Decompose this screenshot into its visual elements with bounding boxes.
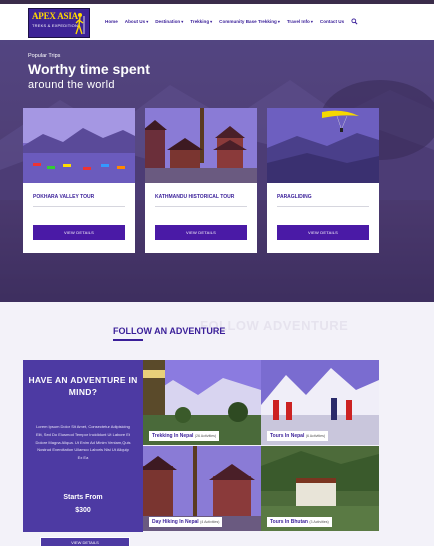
- card-title: KATHMANDU HISTORICAL TOUR: [155, 194, 235, 200]
- nav-home[interactable]: Home: [105, 19, 118, 24]
- promo-question: HAVE AN ADVENTURE IN MIND?: [28, 375, 138, 397]
- search-icon[interactable]: [351, 18, 358, 25]
- tile-label: Day Hiking In Nepal (4 Activities): [149, 517, 223, 527]
- hero-section: Popular Trips Worthy time spent around t…: [0, 40, 434, 302]
- activity-tile-day-hiking[interactable]: Day Hiking In Nepal (4 Activities): [143, 446, 261, 531]
- nav-community-trekking[interactable]: Community Base Trekking▾: [219, 19, 280, 24]
- nav-destination[interactable]: Destination▾: [155, 19, 183, 24]
- chevron-down-icon: ▾: [210, 19, 213, 24]
- card-title: POKHARA VALLEY TOUR: [33, 194, 95, 200]
- nav-about[interactable]: About Us▾: [125, 19, 148, 24]
- divider: [277, 206, 369, 207]
- hero-subtitle: around the world: [28, 79, 115, 91]
- chevron-down-icon: ▾: [277, 19, 280, 24]
- trip-card-pokhara[interactable]: POKHARA VALLEY TOUR VIEW DETAILS: [23, 108, 135, 253]
- section-title: FOLLOW AN ADVENTURE: [113, 326, 226, 336]
- logo-title: APEX ASIA: [32, 11, 78, 21]
- promo-view-details-button[interactable]: VIEW DETAILS: [40, 537, 130, 546]
- logo-tagline: TREKS & EXPEDITION: [32, 23, 79, 28]
- pokhara-lake-image: [23, 108, 135, 183]
- paragliding-image: [267, 108, 379, 183]
- main-nav: Home About Us▾ Destination▾ Trekking▾ Co…: [105, 18, 358, 25]
- activity-tile-tours-bhutan[interactable]: Tours In Bhutan (3 Activities): [261, 446, 379, 531]
- view-details-button[interactable]: VIEW DETAILS: [277, 225, 369, 240]
- hiker-icon: [75, 13, 85, 35]
- adventure-promo: HAVE AN ADVENTURE IN MIND? Lorem Ipsum D…: [23, 360, 143, 532]
- divider: [155, 206, 247, 207]
- site-header: APEX ASIA TREKS & EXPEDITION Home About …: [0, 4, 434, 40]
- promo-description: Lorem Ipsum Dolor Sit Amet, Consectetur …: [35, 424, 131, 461]
- view-details-button[interactable]: VIEW DETAILS: [155, 225, 247, 240]
- activity-tile-tours-nepal[interactable]: Tours In Nepal (6 Activities): [261, 360, 379, 445]
- trip-card-paragliding[interactable]: PARAGLIDING VIEW DETAILS: [267, 108, 379, 253]
- chevron-down-icon: ▾: [181, 19, 184, 24]
- tile-label: Trekking In Nepal (26 Activities): [149, 431, 220, 441]
- chevron-down-icon: ▾: [146, 19, 149, 24]
- nav-travel-info[interactable]: Travel Info▾: [287, 19, 313, 24]
- view-details-button[interactable]: VIEW DETAILS: [33, 225, 125, 240]
- starts-from-label: Starts From: [63, 494, 103, 501]
- site-logo[interactable]: APEX ASIA TREKS & EXPEDITION: [28, 8, 90, 38]
- kathmandu-temple-image: [143, 108, 257, 183]
- activity-tile-trekking-nepal[interactable]: Trekking In Nepal (26 Activities): [143, 360, 261, 445]
- tile-label: Tours In Bhutan (3 Activities): [267, 517, 332, 527]
- title-underline: [113, 339, 143, 341]
- nav-contact[interactable]: Contact Us: [320, 19, 344, 24]
- divider: [33, 206, 125, 207]
- trip-card-kathmandu[interactable]: KATHMANDU HISTORICAL TOUR VIEW DETAILS: [143, 108, 257, 253]
- card-title: PARAGLIDING: [277, 194, 312, 200]
- price: $300: [75, 507, 91, 514]
- tile-label: Tours In Nepal (6 Activities): [267, 431, 329, 441]
- nav-trekking[interactable]: Trekking▾: [190, 19, 212, 24]
- chevron-down-icon: ▾: [310, 19, 313, 24]
- hero-kicker: Popular Trips: [28, 53, 61, 59]
- hero-title: Worthy time spent: [28, 61, 150, 77]
